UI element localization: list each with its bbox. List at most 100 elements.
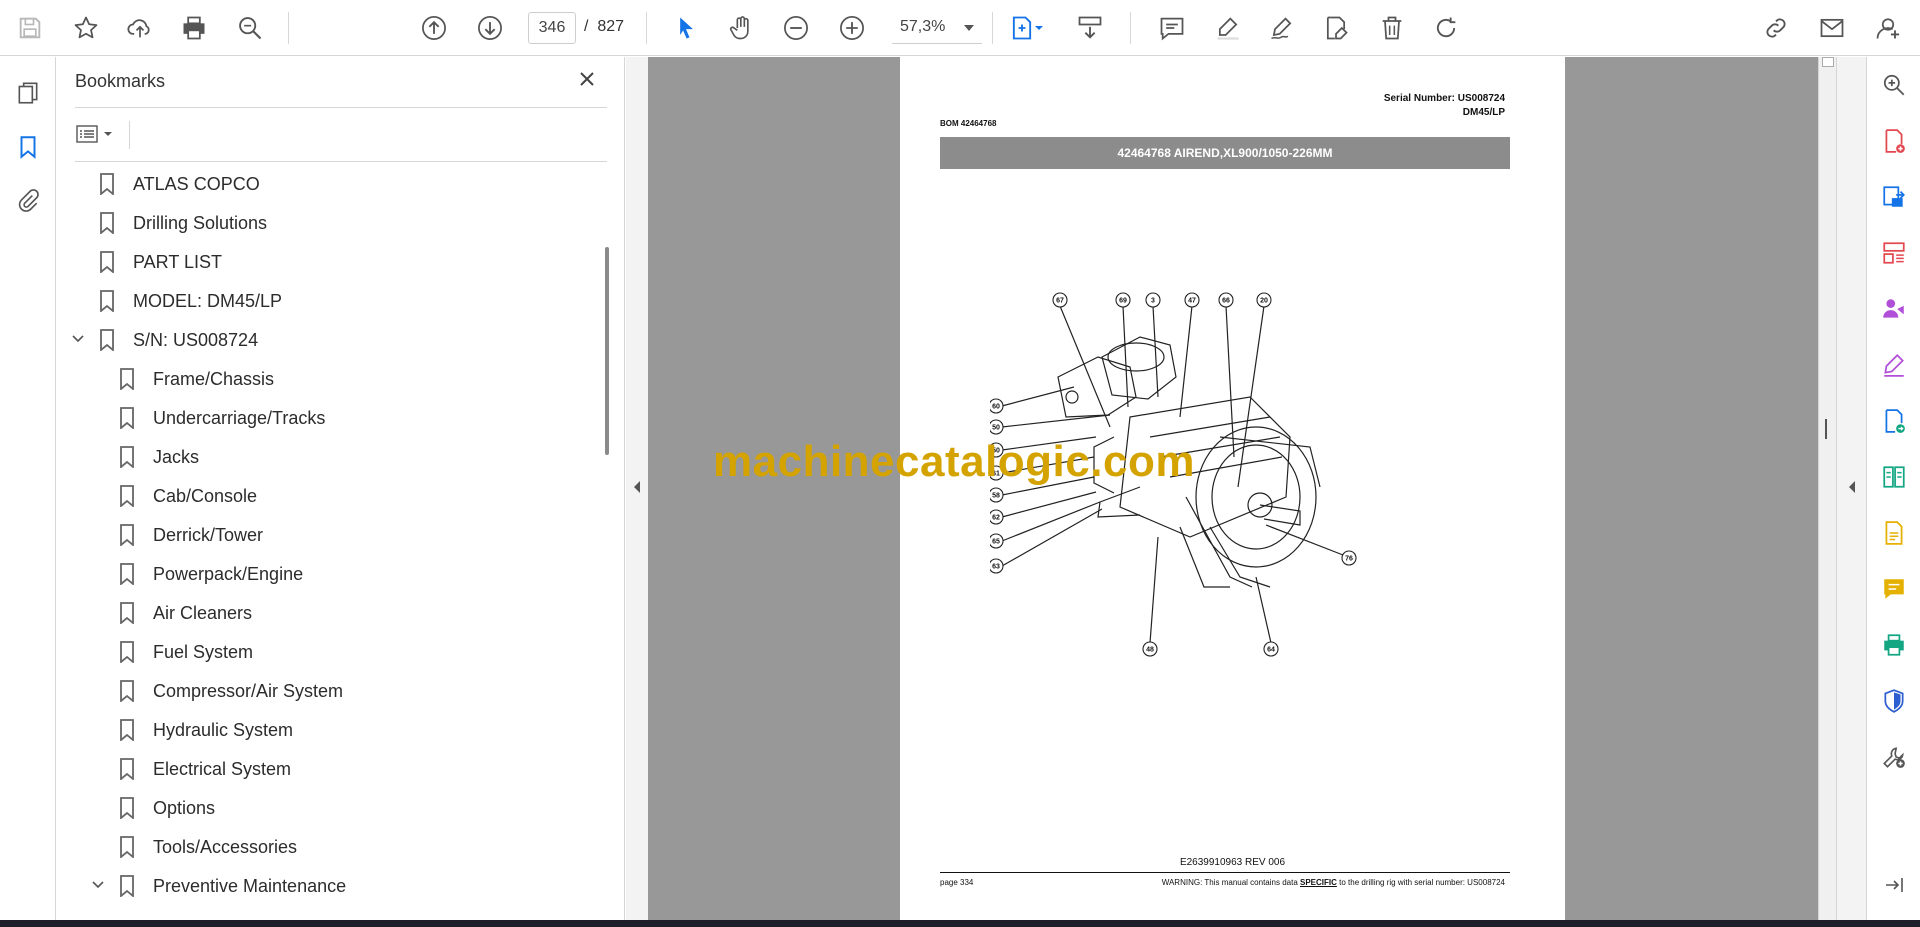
page-up-icon[interactable] xyxy=(418,12,450,44)
list-options-icon xyxy=(76,125,98,143)
comment-icon[interactable] xyxy=(1156,12,1188,44)
sign-icon[interactable] xyxy=(1266,12,1298,44)
organize-pages-icon[interactable] xyxy=(1878,237,1910,269)
chevron-down-icon xyxy=(104,132,112,136)
page-number-input[interactable]: 346 xyxy=(528,12,576,44)
rotate-icon[interactable] xyxy=(1430,12,1462,44)
bookmark-item[interactable]: Drilling Solutions xyxy=(99,206,267,240)
share-people-icon[interactable] xyxy=(1878,293,1910,325)
select-cursor-icon[interactable] xyxy=(670,12,702,44)
share-link-icon[interactable] xyxy=(1760,12,1792,44)
print-icon[interactable] xyxy=(178,12,210,44)
bookmark-item[interactable]: Undercarriage/Tracks xyxy=(119,401,325,435)
bookmark-item[interactable]: Jacks xyxy=(119,440,199,474)
zoom-in-icon[interactable] xyxy=(836,12,868,44)
right-panel-collapse-button[interactable] xyxy=(1825,57,1866,920)
bookmark-icon xyxy=(120,875,134,897)
svg-text:65: 65 xyxy=(992,539,1000,546)
close-icon[interactable] xyxy=(575,67,603,95)
zoom-out-icon[interactable] xyxy=(780,12,812,44)
account-icon[interactable] xyxy=(1872,12,1904,44)
bookmark-item[interactable]: Compressor/Air System xyxy=(119,674,343,708)
svg-text:50: 50 xyxy=(992,425,1000,432)
bookmark-icon xyxy=(120,641,134,663)
bookmark-item[interactable]: S/N: US008724 xyxy=(99,323,258,357)
page-thumbnails-icon[interactable] xyxy=(12,77,44,109)
scrollbar-thumb[interactable] xyxy=(1822,57,1834,67)
bookmark-item[interactable]: Preventive Maintenance xyxy=(119,869,346,903)
upload-icon[interactable] xyxy=(124,12,156,44)
bookmark-item[interactable]: Derrick/Tower xyxy=(119,518,263,552)
expand-panel-icon[interactable] xyxy=(1878,869,1910,901)
fill-sign-icon[interactable] xyxy=(1878,349,1910,381)
bookmark-item[interactable]: Electrical System xyxy=(119,752,291,786)
chevron-down-icon[interactable] xyxy=(71,332,85,346)
zoom-level-select[interactable]: 57,3% xyxy=(892,12,982,44)
bookmark-item[interactable]: PART LIST xyxy=(99,245,222,279)
left-navigation-rail xyxy=(0,57,56,920)
bookmark-item[interactable]: ATLAS COPCO xyxy=(99,167,260,201)
chevron-left-icon xyxy=(634,481,640,493)
main-toolbar: 346 / 827 57,3% xyxy=(0,0,1920,56)
bookmark-icon xyxy=(100,212,114,234)
bookmark-icon xyxy=(120,563,134,585)
chevron-left-icon xyxy=(1849,481,1855,493)
left-panel-collapse-button[interactable] xyxy=(626,57,648,920)
bookmark-icon xyxy=(120,758,134,780)
highlight-icon[interactable] xyxy=(1212,12,1244,44)
toolbar-separator xyxy=(646,12,647,44)
bookmark-icon xyxy=(120,524,134,546)
star-icon[interactable] xyxy=(70,12,102,44)
svg-text:20: 20 xyxy=(1260,298,1268,305)
bookmark-icon xyxy=(120,485,134,507)
bookmark-item[interactable]: Fuel System xyxy=(119,635,253,669)
bookmarks-scrollbar-thumb[interactable] xyxy=(605,247,609,455)
document-viewport[interactable]: Serial Number: US008724 DM45/LP BOM 4246… xyxy=(648,57,1818,920)
bookmark-item[interactable]: Frame/Chassis xyxy=(119,362,274,396)
svg-text:63: 63 xyxy=(992,564,1000,571)
resize-handle[interactable] xyxy=(1825,419,1827,439)
serial-header: Serial Number: US008724 DM45/LP xyxy=(1383,93,1505,118)
scroll-mode-icon[interactable] xyxy=(1074,12,1106,44)
edit-icon[interactable] xyxy=(1320,12,1352,44)
bookmark-item[interactable]: Cab/Console xyxy=(119,479,257,513)
comment-tool-icon[interactable] xyxy=(1878,573,1910,605)
protect-file-icon[interactable] xyxy=(1878,517,1910,549)
svg-text:60: 60 xyxy=(992,404,1000,411)
bookmark-item[interactable]: Air Cleaners xyxy=(119,596,252,630)
attachments-icon[interactable] xyxy=(12,185,44,217)
toolbar-separator xyxy=(288,12,289,44)
toolbar-separator xyxy=(1130,12,1131,44)
bookmark-item[interactable]: Powerpack/Engine xyxy=(119,557,303,591)
page-down-icon[interactable] xyxy=(474,12,506,44)
bookmark-icon xyxy=(100,251,114,273)
delete-icon[interactable] xyxy=(1376,12,1408,44)
bookmarks-icon[interactable] xyxy=(12,131,44,163)
right-tools-rail xyxy=(1866,57,1920,920)
compare-files-icon[interactable] xyxy=(1878,461,1910,493)
bookmark-item[interactable]: Tools/Accessories xyxy=(119,830,297,864)
bookmark-item[interactable]: Options xyxy=(119,791,215,825)
more-tools-icon[interactable] xyxy=(1878,741,1910,773)
bookmark-icon xyxy=(120,680,134,702)
send-for-review-icon[interactable] xyxy=(1878,405,1910,437)
mail-icon[interactable] xyxy=(1816,12,1848,44)
hand-icon[interactable] xyxy=(726,12,758,44)
save-icon[interactable] xyxy=(14,12,46,44)
bookmark-icon xyxy=(120,446,134,468)
zoom-search-icon[interactable] xyxy=(234,12,266,44)
bookmark-options-button[interactable] xyxy=(75,117,123,151)
bookmark-item[interactable]: Hydraulic System xyxy=(119,713,293,747)
fit-options-chevron-icon[interactable] xyxy=(1032,12,1046,44)
panel-title: Bookmarks xyxy=(75,71,166,91)
chevron-down-icon[interactable] xyxy=(91,878,105,892)
export-pdf-icon[interactable] xyxy=(1878,181,1910,213)
document-scrollbar[interactable] xyxy=(1818,57,1836,920)
zoom-tool-icon[interactable] xyxy=(1878,69,1910,101)
divider xyxy=(75,161,607,162)
bookmark-item[interactable]: MODEL: DM45/LP xyxy=(99,284,282,318)
svg-text:3: 3 xyxy=(1151,298,1155,305)
print-production-icon[interactable] xyxy=(1878,629,1910,661)
create-pdf-icon[interactable] xyxy=(1878,125,1910,157)
protect-shield-icon[interactable] xyxy=(1878,685,1910,717)
